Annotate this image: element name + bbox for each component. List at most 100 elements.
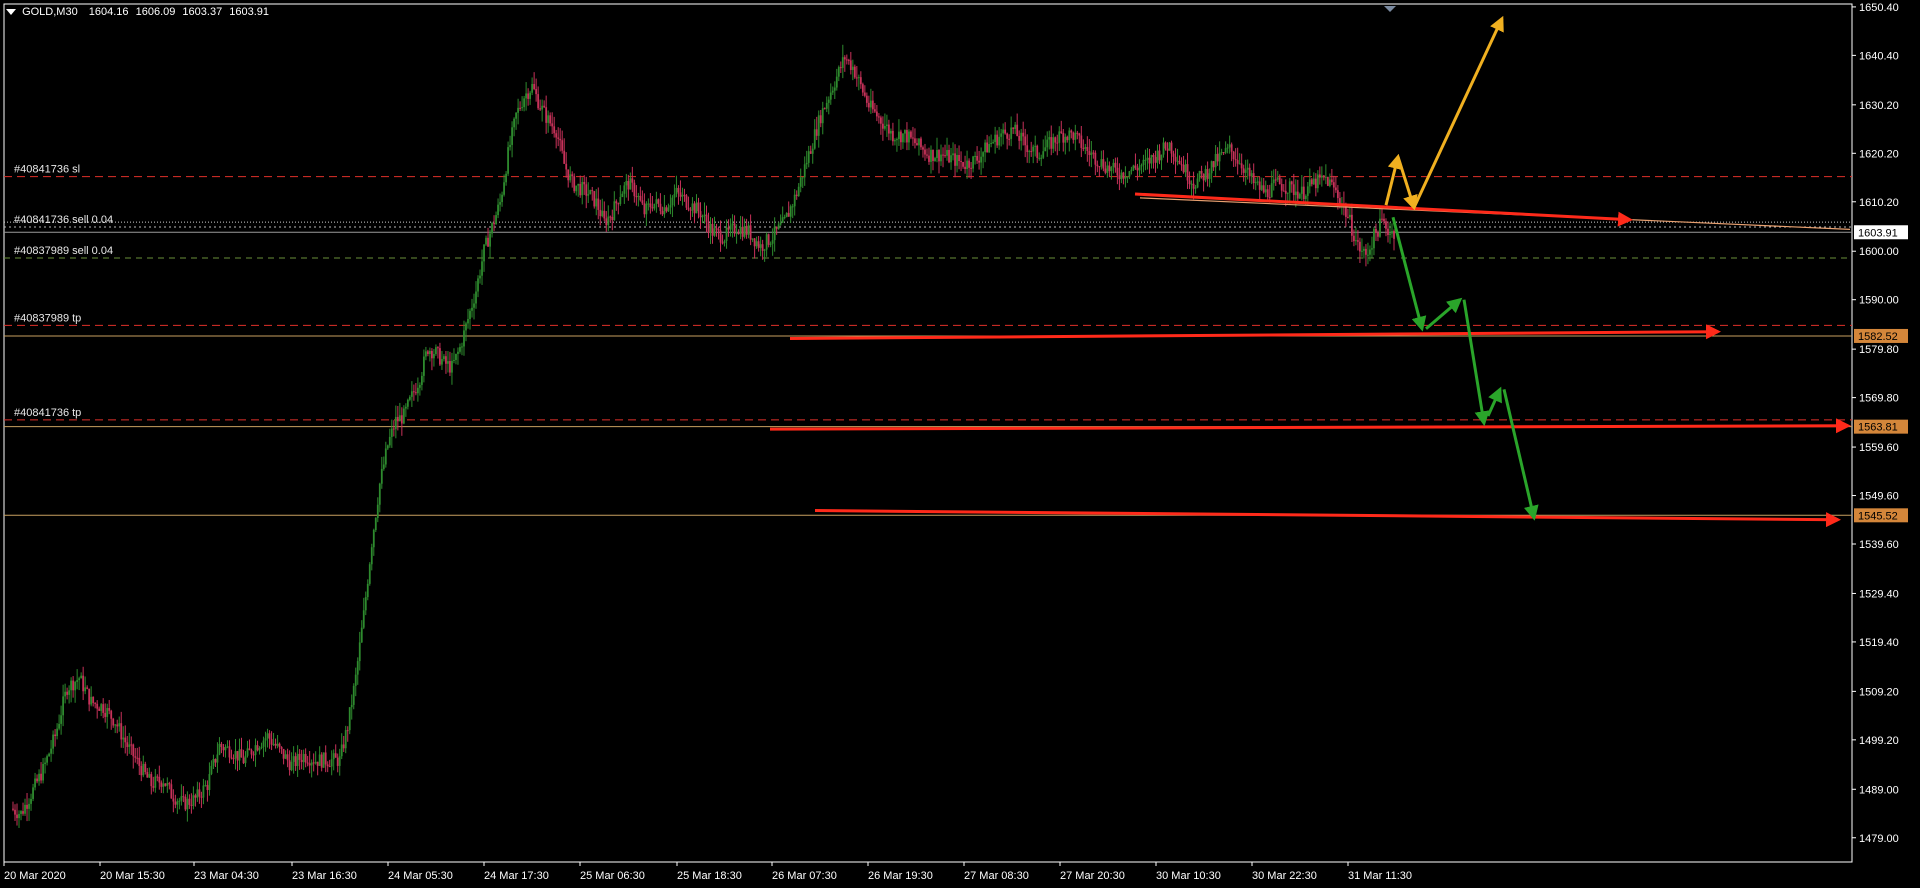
candle-body (831, 90, 834, 93)
candle-body (817, 115, 820, 136)
candle-body (557, 137, 560, 139)
candle-body (44, 762, 46, 764)
candle-body (1234, 159, 1237, 161)
candle-body (703, 214, 706, 216)
candle-body (1218, 152, 1221, 162)
candle-body (811, 148, 814, 154)
candle-body (485, 237, 487, 245)
candle-body (769, 243, 772, 245)
trade-line-label: #40837989 sell 0.04 (14, 245, 113, 257)
candle-body (1304, 195, 1307, 200)
candle-body (1371, 248, 1373, 250)
candle-body (916, 143, 918, 146)
candle-body (1070, 130, 1073, 133)
candle-body (1355, 240, 1357, 242)
candle-body (70, 680, 73, 691)
candle-body (457, 351, 459, 354)
candle-body (256, 745, 259, 751)
candle-body (1236, 160, 1239, 164)
candle-body (322, 752, 325, 768)
candle-body (178, 800, 181, 802)
candle-body (1048, 137, 1051, 140)
candle-body (220, 743, 223, 748)
time-axis[interactable]: 20 Mar 2020 20 Mar 15:30 23 Mar 04:30 23 Ma… (3, 862, 1412, 882)
x-tick-label: 20 Mar 15:30 (100, 870, 165, 882)
candle-body (785, 212, 788, 217)
candle-body (1308, 179, 1311, 187)
green-arrow-1 (1391, 216, 1427, 332)
candle-body (406, 399, 409, 407)
candle-body (332, 753, 335, 760)
candle-body (1369, 249, 1371, 255)
candle-body (1214, 153, 1217, 168)
candle-body (1152, 155, 1155, 157)
bid-price-label: 1603.91 (1858, 227, 1898, 239)
candle-body (102, 704, 105, 713)
candle-body (234, 751, 237, 759)
candle-body (591, 190, 594, 192)
candle-body (503, 182, 505, 195)
candle-body (469, 310, 471, 320)
candle-body (713, 228, 716, 236)
price-axis[interactable]: 1650.40 1640.40 1630.20 1620.20 1610.20 1600.… (1852, 2, 1908, 845)
horizontal-lines (4, 176, 1852, 516)
candle-body (857, 77, 860, 79)
candle-body (1224, 148, 1227, 153)
candle-body (1138, 166, 1141, 171)
candle-body (174, 801, 177, 805)
candle-body (126, 742, 129, 747)
candle-body (1391, 231, 1393, 234)
candle-body (807, 151, 810, 163)
candle-body (1298, 193, 1301, 199)
candle-body (1332, 182, 1335, 188)
candle-body (803, 164, 806, 178)
candle-body (1262, 185, 1265, 193)
yellow-arrow-2 (1396, 156, 1418, 211)
candle-body (879, 117, 882, 124)
candle-body (741, 226, 744, 237)
candle-body (851, 66, 854, 70)
candle-body (396, 416, 399, 422)
candle-body (100, 704, 103, 711)
price-chart[interactable]: #40841736 sl #40841736 sell 0.04 #40837989… (0, 0, 1920, 888)
candle-body (1336, 190, 1339, 199)
candle-body (1220, 152, 1223, 154)
candle-body (1178, 160, 1181, 165)
candle-body (845, 59, 848, 61)
candle-body (1190, 183, 1193, 185)
candle-body (316, 761, 319, 766)
candle-body (142, 763, 145, 776)
candle-body (46, 756, 48, 763)
candle-body (958, 155, 960, 162)
candle-body (645, 203, 648, 215)
candle-body (1210, 161, 1213, 174)
candle-body (1074, 132, 1077, 140)
candle-body (264, 738, 267, 741)
candle-body (1256, 181, 1259, 183)
candle-body (238, 749, 241, 761)
candle-body (1200, 170, 1203, 174)
candle-body (1174, 156, 1177, 162)
candle-body (1363, 248, 1365, 251)
candle-body (260, 746, 263, 748)
candle-body (932, 149, 934, 162)
candle-body (535, 89, 538, 95)
candle-body (1106, 165, 1109, 173)
candle-body (513, 118, 515, 128)
candle-body (84, 687, 87, 692)
candle-body (1326, 176, 1329, 186)
candle-body (380, 468, 383, 484)
y-tick-label: 1539.60 (1859, 539, 1899, 551)
candle-body (1124, 176, 1127, 179)
candle-body (20, 811, 22, 814)
candle-body (992, 142, 995, 144)
candle-body (1379, 218, 1381, 237)
candle-body (974, 155, 976, 157)
level-2-price-label: 1563.81 (1858, 422, 1898, 434)
candle-body (242, 757, 245, 764)
shift-marker-icon (1384, 6, 1396, 12)
candle-body (418, 384, 421, 388)
candle-body (80, 675, 83, 679)
candle-body (1312, 178, 1315, 185)
candle-body (416, 387, 419, 394)
